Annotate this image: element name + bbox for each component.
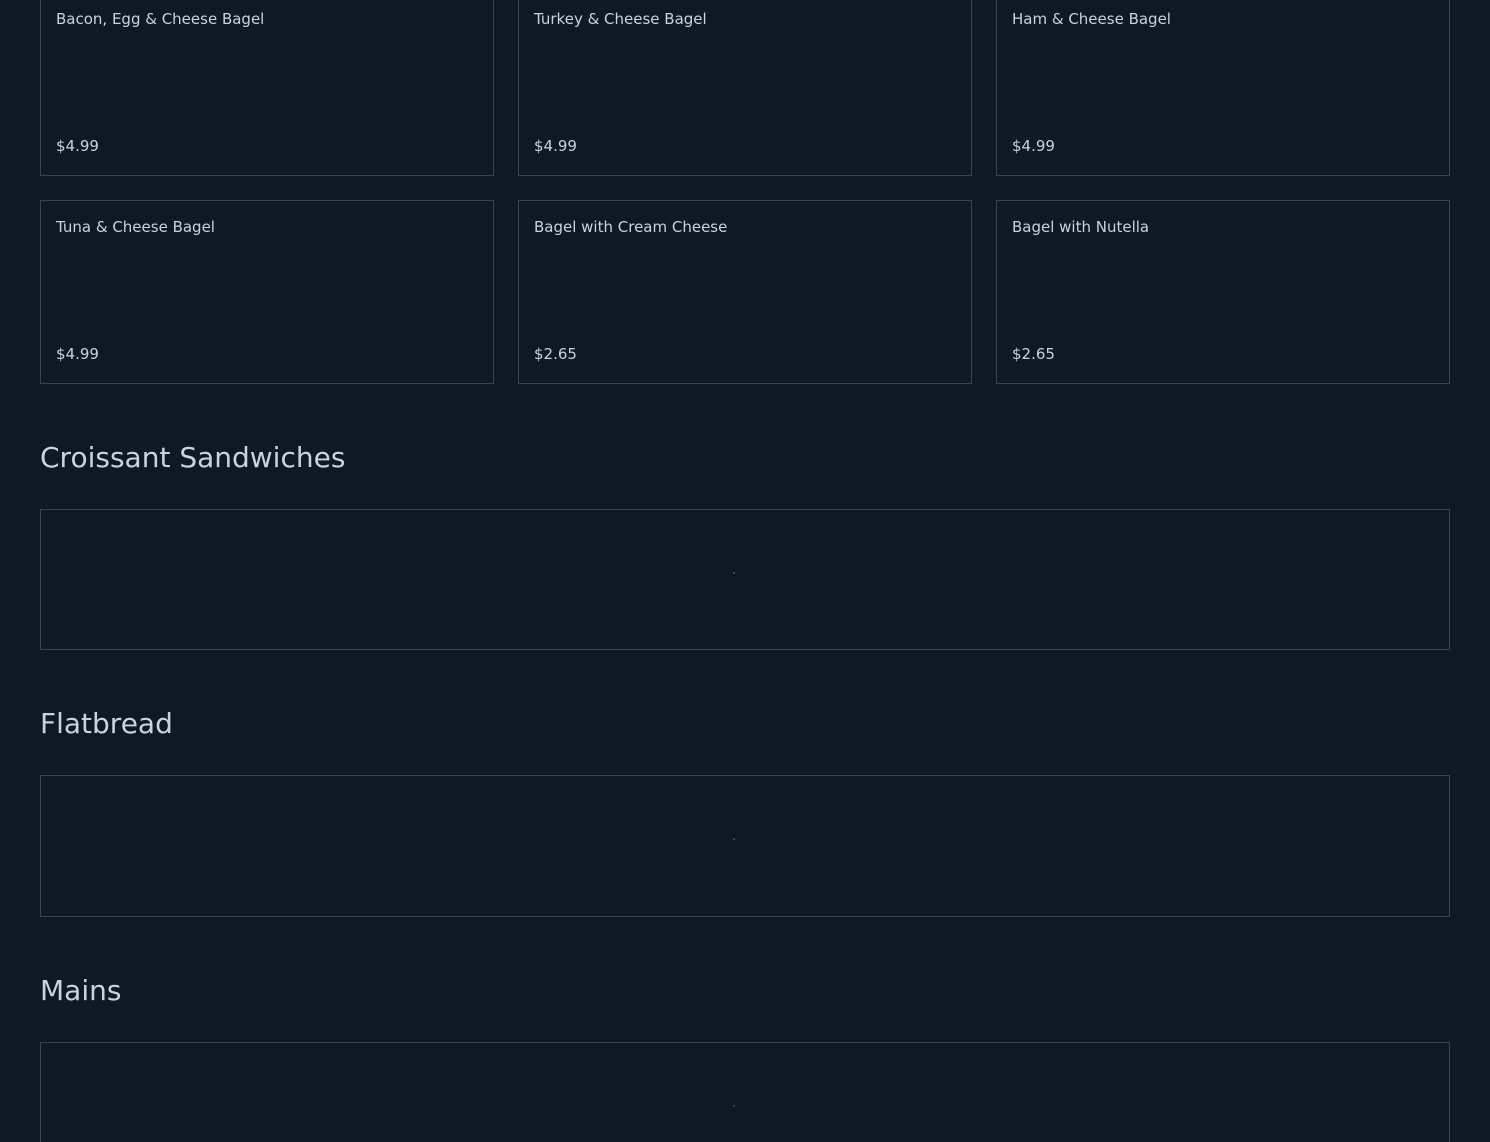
menu-item-name: Bacon, Egg & Cheese Bagel (56, 10, 265, 28)
menu-item-card[interactable]: Tuna & Cheese Bagel $4.99 (40, 200, 494, 384)
menu-item-name: Tuna & Cheese Bagel (56, 218, 215, 236)
menu-item-card[interactable]: Turkey & Cheese Bagel $4.99 (518, 0, 972, 176)
loading-indicator (733, 1105, 735, 1107)
menu-item-name: Ham & Cheese Bagel (1012, 10, 1171, 28)
menu-item-price: $2.65 (534, 345, 577, 363)
menu-item-card[interactable]: Bagel with Nutella $2.65 (996, 200, 1450, 384)
menu-item-price: $2.65 (1012, 345, 1055, 363)
mains-items-loading-container (40, 1042, 1450, 1142)
menu-item-name: Bagel with Cream Cheese (534, 218, 728, 236)
croissant-items-loading-container (40, 509, 1450, 650)
menu-page: Bacon, Egg & Cheese Bagel $4.99 Turkey &… (0, 0, 1490, 1142)
menu-item-price: $4.99 (1012, 137, 1055, 155)
section-title-flatbread: Flatbread (40, 707, 173, 740)
loading-indicator (733, 572, 735, 574)
menu-item-price: $4.99 (534, 137, 577, 155)
flatbread-items-loading-container (40, 775, 1450, 917)
menu-item-card[interactable]: Ham & Cheese Bagel $4.99 (996, 0, 1450, 176)
menu-item-card[interactable]: Bagel with Cream Cheese $2.65 (518, 200, 972, 384)
section-title-croissant-sandwiches: Croissant Sandwiches (40, 441, 346, 474)
section-title-mains: Mains (40, 974, 122, 1007)
menu-item-name: Turkey & Cheese Bagel (534, 10, 707, 28)
menu-item-name: Bagel with Nutella (1012, 218, 1150, 236)
menu-item-price: $4.99 (56, 137, 99, 155)
menu-item-price: $4.99 (56, 345, 99, 363)
loading-indicator (733, 838, 735, 840)
menu-item-card[interactable]: Bacon, Egg & Cheese Bagel $4.99 (40, 0, 494, 176)
